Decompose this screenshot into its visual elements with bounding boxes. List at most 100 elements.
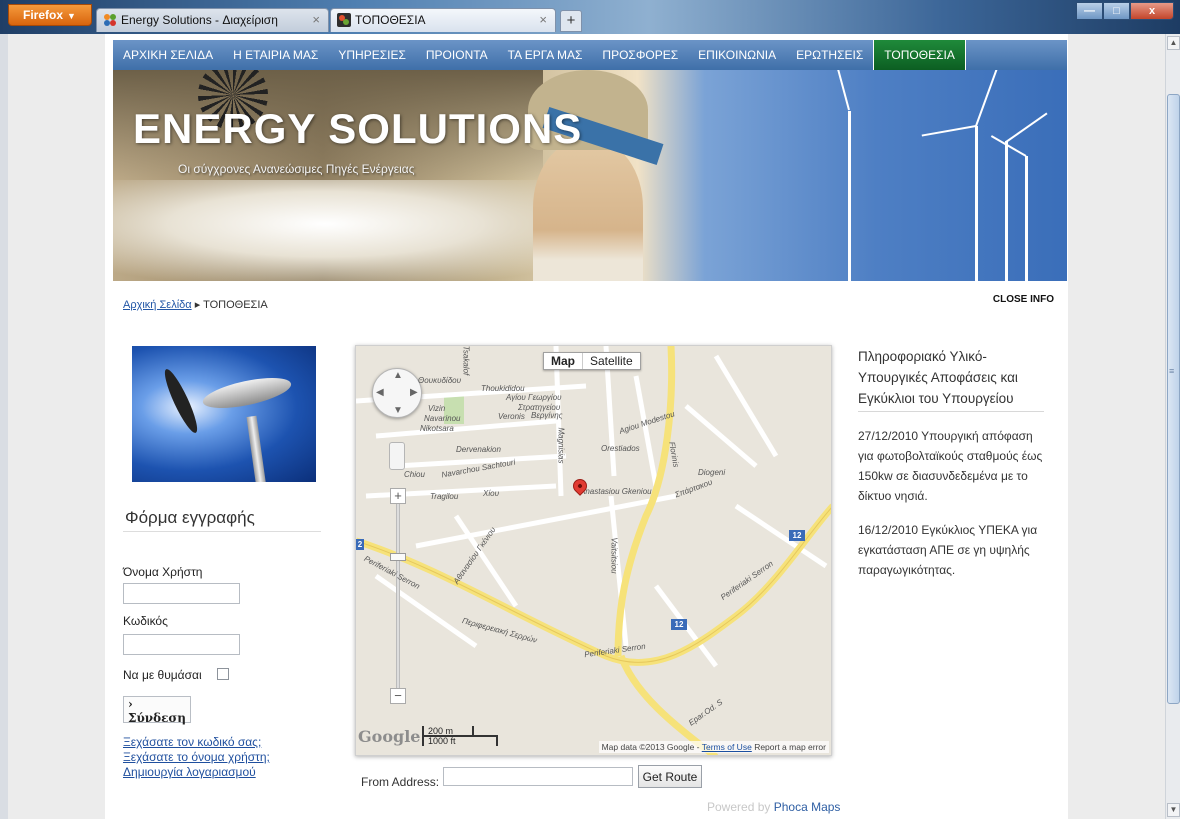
street-label: Αγίου Γεωργίου [506, 393, 562, 402]
from-address-input[interactable] [443, 767, 633, 786]
close-info-link[interactable]: CLOSE INFO [993, 294, 1054, 305]
street-view-pegman-icon[interactable] [389, 442, 405, 470]
divider [858, 411, 1044, 412]
remember-me-label: Να με θυμάσαι [123, 668, 202, 682]
street-label: Orestiados [601, 444, 640, 453]
report-map-error-link[interactable]: Report a map error [754, 742, 826, 752]
login-button[interactable]: › Σύνδεση [123, 696, 191, 725]
info-item: 27/12/2010 Υπουργική απόφαση για φωτοβολ… [858, 429, 1043, 503]
street-label: Anastasiou Gkeniou [580, 487, 652, 496]
turbine-blade [829, 70, 850, 111]
nav-home[interactable]: ΑΡΧΙΚΗ ΣΕΛΙΔΑ [113, 40, 223, 70]
chevron-down-icon: ▼ [67, 11, 76, 21]
phoca-maps-link[interactable]: Phoca Maps [774, 800, 841, 814]
nav-projects[interactable]: ΤΑ ΕΡΓΑ ΜΑΣ [498, 40, 593, 70]
powered-by-prefix: Powered by [707, 800, 771, 814]
route-shield: 2 [356, 539, 364, 550]
nav-contact[interactable]: ΕΠΙΚΟΙΝΩΝΙΑ [688, 40, 786, 70]
turbine-blade [921, 125, 977, 137]
terms-of-use-link[interactable]: Terms of Use [702, 742, 752, 752]
scrollbar-thumb[interactable] [1167, 94, 1180, 704]
nav-offers[interactable]: ΠΡΟΣΦΟΡΕΣ [592, 40, 688, 70]
remember-me-checkbox[interactable] [217, 668, 229, 680]
close-tab-icon[interactable]: × [312, 9, 320, 31]
pan-left-icon[interactable]: ◀ [376, 387, 384, 398]
map-type-map-button[interactable]: Map [544, 353, 583, 369]
browser-titlebar: Firefox ▼ Energy Solutions - Διαχείριση ×… [0, 0, 1180, 34]
route-shield: 12 [671, 619, 687, 630]
new-tab-button[interactable]: + [560, 10, 582, 32]
nav-products[interactable]: ΠΡΟΙΟΝΤΑ [416, 40, 498, 70]
map-data-credit: Map data ©2013 Google - [601, 742, 700, 752]
info-item: 16/12/2010 Εγκύκλιος ΥΠΕΚΑ για εγκατάστα… [858, 523, 1038, 577]
turbine-body [200, 371, 294, 415]
zoom-in-button[interactable]: + [390, 488, 406, 504]
street-label: Tragilou [430, 492, 459, 501]
turbine-blade [975, 70, 998, 127]
password-input[interactable] [123, 634, 240, 655]
maximize-button[interactable]: □ [1103, 2, 1130, 20]
map-pan-control[interactable]: ▲ ▼ ◀ ▶ [372, 368, 422, 418]
zoom-slider-handle[interactable] [390, 553, 406, 561]
map-type-control: Map Satellite [543, 352, 641, 370]
turbine-propeller [159, 366, 203, 436]
header-banner: ENERGY SOLUTIONS Οι σύγχρονες Ανανεώσιμε… [113, 70, 1067, 281]
street-label: Vaitsitsiou [609, 537, 619, 574]
zoom-slider-track[interactable] [396, 496, 400, 696]
scroll-down-icon[interactable]: ▼ [1167, 803, 1180, 817]
street-label: Diogeni [698, 468, 726, 477]
browser-tab-location[interactable]: ΤΟΠΟΘΕΣΙΑ × [330, 8, 556, 32]
username-input[interactable] [123, 583, 240, 604]
get-route-button[interactable]: Get Route [638, 765, 702, 788]
create-account-link[interactable]: Δημιουργία λογαριασμού [123, 765, 256, 779]
window-controls: — □ x [1076, 2, 1174, 20]
close-window-button[interactable]: x [1130, 2, 1174, 20]
street-label: Θουκυδίδου [418, 376, 461, 385]
scale-tick [496, 736, 498, 746]
wind-turbine [1025, 156, 1028, 281]
scale-tick [472, 726, 474, 736]
scrollbar-grip-icon: ≡ [1169, 366, 1175, 376]
browser-tab-admin[interactable]: Energy Solutions - Διαχείριση × [96, 8, 329, 32]
map-type-satellite-button[interactable]: Satellite [583, 353, 640, 369]
street-label: Vizin [428, 404, 446, 413]
street-label: Navarinou [424, 414, 461, 423]
forgot-username-link[interactable]: Ξεχάσατε το όνομα χρήστη; [123, 750, 270, 764]
street-label: Magnisias [556, 427, 566, 464]
close-tab-icon[interactable]: × [539, 9, 547, 31]
vertical-scrollbar[interactable]: ▲ ≡ ▼ [1165, 34, 1180, 819]
scale-imperial: 1000 ft [428, 736, 456, 746]
nav-services[interactable]: ΥΠΗΡΕΣΙΕΣ [328, 40, 416, 70]
firefox-menu-label: Firefox [23, 8, 64, 22]
firefox-menu-button[interactable]: Firefox ▼ [8, 4, 92, 26]
site-title: ENERGY SOLUTIONS [133, 105, 583, 152]
wind-turbine-image [132, 346, 316, 482]
turbine-pole [246, 415, 268, 482]
scroll-up-icon[interactable]: ▲ [1167, 36, 1180, 50]
browser-viewport: ΑΡΧΙΚΗ ΣΕΛΙΔΑ Η ΕΤΑΙΡΙΑ ΜΑΣ ΥΠΗΡΕΣΙΕΣ ΠΡ… [8, 34, 1165, 819]
street-label: Veronis [498, 412, 525, 421]
wind-turbine [975, 126, 978, 281]
site-navigation: ΑΡΧΙΚΗ ΣΕΛΙΔΑ Η ΕΤΑΙΡΙΑ ΜΑΣ ΥΠΗΡΕΣΙΕΣ ΠΡ… [113, 40, 1067, 70]
minimize-button[interactable]: — [1076, 2, 1103, 20]
breadcrumb-home-link[interactable]: Αρχική Σελίδα [123, 299, 192, 311]
banner-child [533, 140, 643, 281]
street-label: Βεργίνης [531, 411, 563, 420]
forgot-password-link[interactable]: Ξεχάσατε τον κωδικό σας; [123, 735, 261, 749]
map-scale: 200 m 1000 ft [422, 726, 498, 746]
nav-location[interactable]: ΤΟΠΟΘΕΣΙΑ [873, 40, 966, 70]
street-label: Chiou [404, 470, 425, 479]
pan-up-icon[interactable]: ▲ [393, 370, 403, 381]
from-address-label: From Address: [361, 775, 440, 789]
login-form-title: Φόρμα εγγραφής [125, 508, 255, 527]
joomla-icon [104, 14, 116, 26]
breadcrumb-current: ΤΟΠΟΘΕΣΙΑ [203, 299, 268, 311]
pan-right-icon[interactable]: ▶ [410, 387, 418, 398]
google-map[interactable]: Map Satellite ▲ ▼ ◀ ▶ + − Θουκυδίδου Tho… [355, 345, 832, 756]
zoom-out-button[interactable]: − [390, 688, 406, 704]
phoca-icon [337, 13, 351, 27]
login-button-label: Σύνδεση [128, 711, 187, 725]
nav-company[interactable]: Η ΕΤΑΙΡΙΑ ΜΑΣ [223, 40, 328, 70]
pan-down-icon[interactable]: ▼ [393, 405, 403, 416]
nav-faq[interactable]: ΕΡΩΤΗΣΕΙΣ [786, 40, 873, 70]
